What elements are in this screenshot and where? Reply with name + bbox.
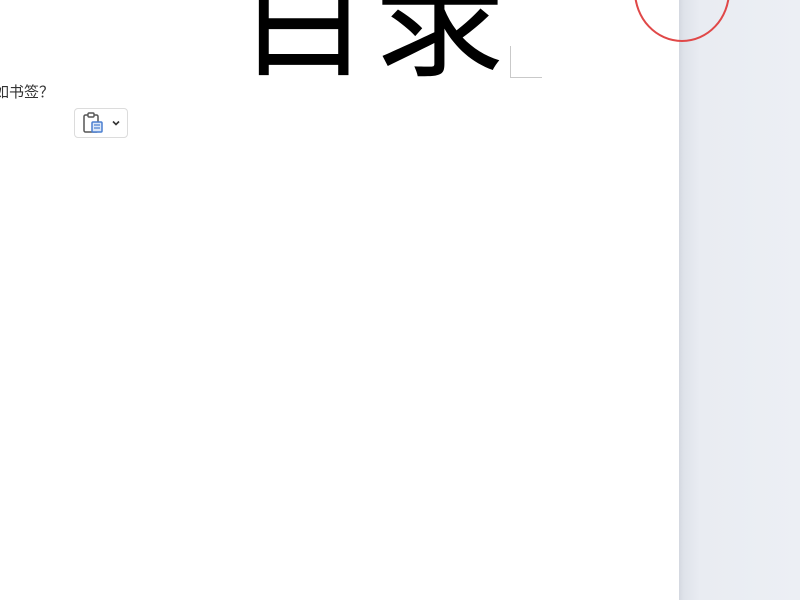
- paragraph-corner-mark: [510, 46, 542, 78]
- clipboard-icon: [81, 111, 105, 135]
- chevron-down-icon[interactable]: [111, 118, 121, 128]
- paste-options-button[interactable]: [74, 108, 128, 138]
- document-page[interactable]: 目录 如书签？: [0, 0, 679, 600]
- document-workspace: 目录 如书签？: [0, 0, 800, 600]
- bookmark-question-text[interactable]: 如书签？: [0, 82, 54, 102]
- page-heading[interactable]: 目录: [238, 0, 509, 88]
